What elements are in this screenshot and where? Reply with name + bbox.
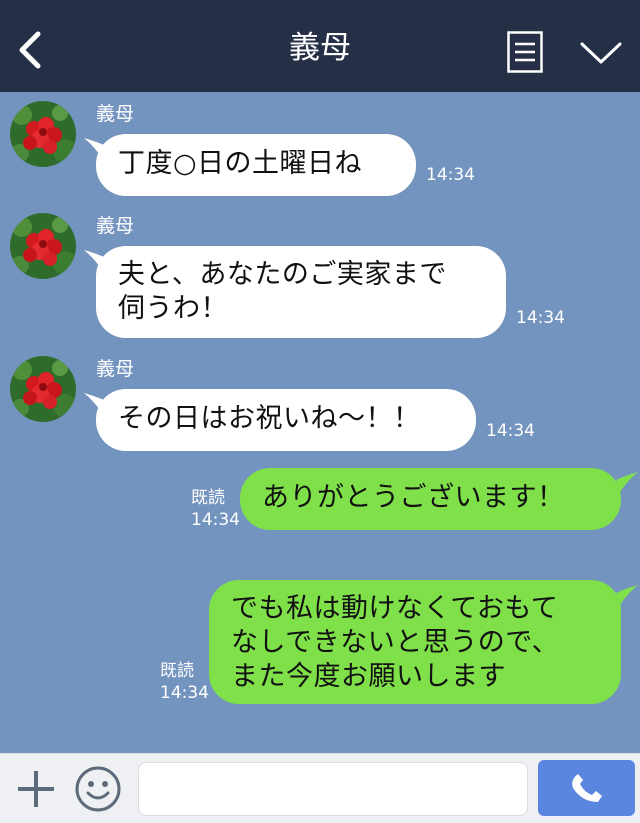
bubble-tail: [616, 585, 638, 605]
message-text: ありがとうございます！: [262, 482, 565, 513]
sender-name: 義母: [96, 103, 135, 125]
bubble-tail: [616, 472, 638, 492]
read-label: 既読: [191, 488, 225, 508]
message-text: その日はお祝いね〜！！: [118, 403, 421, 434]
read-status: 既読 14:34: [160, 660, 209, 704]
message-time: 14:34: [486, 421, 535, 441]
avatar[interactable]: [10, 213, 76, 279]
message-text-line: 伺うわ！: [118, 293, 228, 324]
menu-icon[interactable]: [507, 31, 543, 73]
chat-header: 義母: [0, 0, 640, 92]
chat-title: 義母: [289, 30, 351, 66]
read-label: 既読: [160, 661, 194, 681]
avatar[interactable]: [10, 101, 76, 167]
message-bubble[interactable]: 丁度○日の土曜日ね: [96, 134, 416, 196]
emoji-icon[interactable]: [74, 765, 122, 813]
avatar-flower-image: [10, 101, 76, 167]
chevron-down-icon[interactable]: [579, 38, 623, 66]
message-text-line: 夫と、あなたのご実家まで: [118, 259, 447, 290]
message-time: 14:34: [191, 510, 240, 530]
message-bubble[interactable]: 夫と、あなたのご実家まで 伺うわ！: [96, 246, 506, 338]
message-input[interactable]: [138, 762, 528, 816]
sender-name: 義母: [96, 215, 135, 237]
message-time: 14:34: [516, 308, 565, 328]
call-button[interactable]: [538, 760, 635, 816]
avatar-flower-image: [10, 213, 76, 279]
message-text: 丁度○日の土曜日ね: [118, 148, 363, 179]
sender-name: 義母: [96, 358, 135, 380]
message-bubble[interactable]: その日はお祝いね〜！！: [96, 389, 476, 451]
avatar-flower-image: [10, 356, 76, 422]
chat-area[interactable]: 義母 丁度○日の土曜日ね 14:34 義母 夫と、あなたのご実家まで 伺うわ！ …: [0, 92, 640, 753]
message-time: 14:34: [426, 165, 475, 185]
read-status: 既読 14:34: [191, 487, 240, 531]
composer-bar: [0, 753, 640, 823]
message-text-line: なしできないと思うので、: [231, 627, 560, 658]
message-bubble[interactable]: ありがとうございます！: [240, 468, 621, 530]
phone-icon: [572, 774, 602, 802]
plus-icon[interactable]: [14, 767, 58, 811]
message-time: 14:34: [160, 683, 209, 703]
message-text-line: でも私は動けなくておもて: [231, 593, 559, 624]
avatar[interactable]: [10, 356, 76, 422]
message-text-line: また今度お願いします: [231, 661, 506, 692]
message-bubble[interactable]: でも私は動けなくておもて なしできないと思うので、 また今度お願いします: [209, 580, 621, 704]
